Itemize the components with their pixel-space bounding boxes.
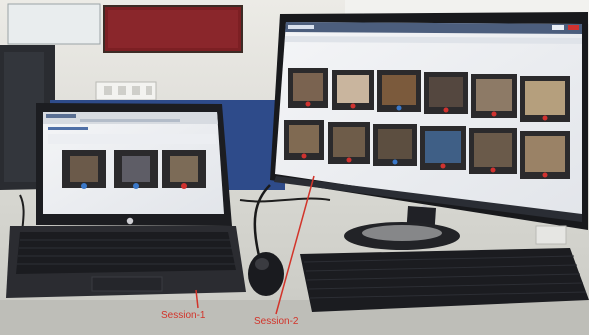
participant-video <box>170 156 198 182</box>
monitor-logout-button <box>568 25 579 30</box>
camera-icon <box>542 115 548 121</box>
participant-video <box>525 81 565 115</box>
camera-icon <box>440 163 446 169</box>
touchpad <box>91 276 163 292</box>
camera-icon <box>301 153 307 159</box>
laptop-url-bar <box>80 119 180 122</box>
participant-video <box>122 156 150 182</box>
microphone-icon <box>392 159 398 165</box>
camera-icon <box>350 103 356 109</box>
office-desk-photo <box>0 0 589 335</box>
camera-icon <box>490 167 496 173</box>
camera-icon <box>443 107 449 113</box>
participant-video <box>425 131 461 163</box>
session-1-caption: Session-1 <box>161 310 206 321</box>
participant-video <box>429 77 463 107</box>
participant-video <box>333 127 365 157</box>
camera-icon <box>542 172 548 178</box>
session-2-caption: Session-2 <box>254 316 299 327</box>
laptop-app-title <box>48 127 88 130</box>
socket <box>118 86 126 95</box>
microphone-icon <box>81 183 87 189</box>
microphone-icon <box>133 183 139 189</box>
participant-video <box>293 73 323 101</box>
laptop-session-header <box>48 134 216 144</box>
mouse-highlight <box>255 258 269 270</box>
participant-video <box>476 79 512 111</box>
stand-reflection <box>362 225 442 241</box>
photo-scene: Session-1 Session-2 <box>0 0 589 335</box>
laptop-video-tiles <box>62 150 206 189</box>
monitor-app-bar <box>285 22 582 34</box>
camera-icon <box>305 101 311 107</box>
participant-video <box>382 75 416 105</box>
laptop-keyboard <box>16 232 236 274</box>
participant-video <box>70 156 98 182</box>
participant-video <box>525 136 565 172</box>
socket <box>132 86 140 95</box>
camera-icon <box>181 183 187 189</box>
laptop-app-logo <box>46 114 76 118</box>
participant-video <box>289 125 319 153</box>
desk-object <box>535 225 567 245</box>
camera-icon <box>491 111 497 117</box>
participant-video <box>474 133 512 167</box>
participant-video <box>337 75 369 103</box>
monitor-toolbar-button <box>552 25 564 30</box>
socket <box>104 86 112 95</box>
camera-icon <box>346 157 352 163</box>
participant-video <box>378 129 412 159</box>
mouse <box>248 252 284 296</box>
notice-board-surface <box>108 10 238 48</box>
monitor-app-logo <box>288 25 314 29</box>
socket <box>146 86 152 95</box>
microphone-icon <box>396 105 402 111</box>
whiteboard <box>7 3 101 45</box>
laptop-brand-logo <box>126 217 134 225</box>
